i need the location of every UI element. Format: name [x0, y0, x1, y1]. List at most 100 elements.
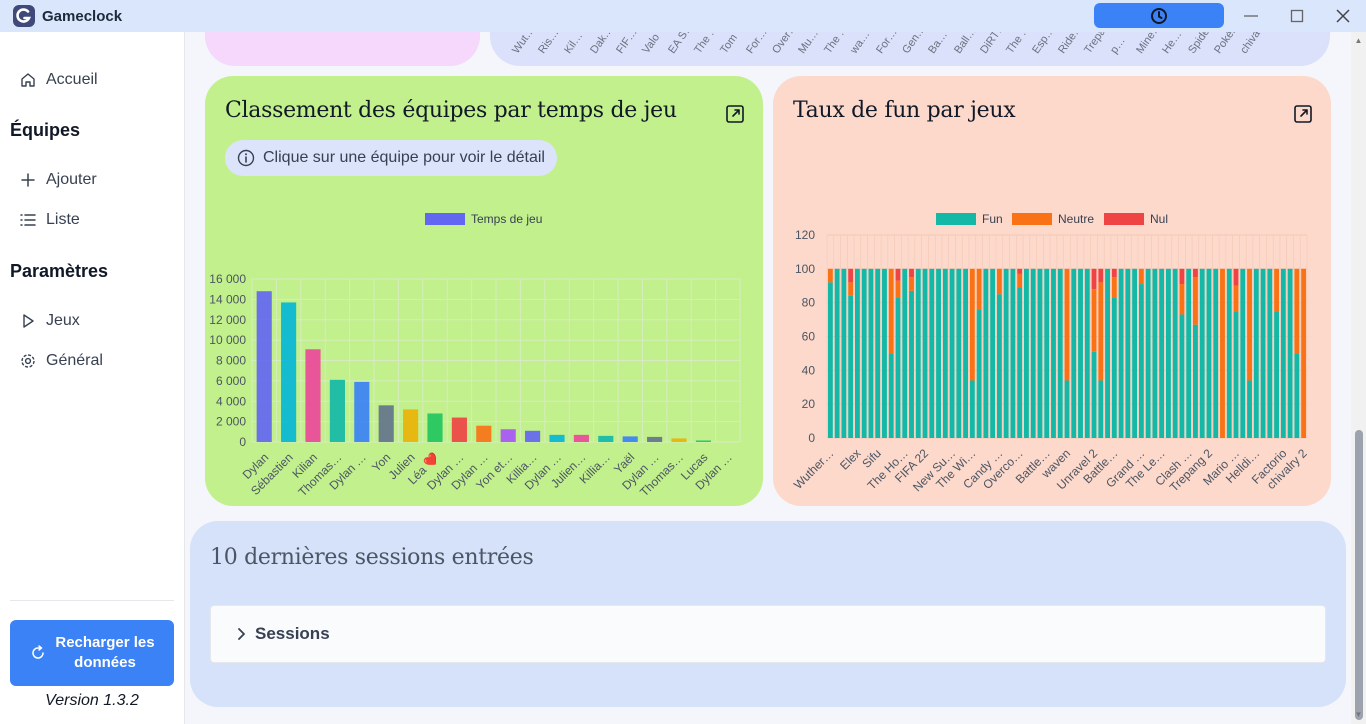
legend-item[interactable]: Neutre — [1012, 212, 1094, 226]
sessions-accordion[interactable]: Sessions — [210, 605, 1326, 663]
stacked-bar-segment[interactable] — [848, 268, 854, 283]
stacked-bar-segment[interactable] — [1274, 311, 1280, 438]
sidebar-item-home[interactable]: Accueil — [18, 70, 98, 90]
scroll-up-icon[interactable]: ▲ — [1354, 36, 1363, 45]
stacked-bar-segment[interactable] — [1220, 268, 1225, 438]
stacked-bar-segment[interactable] — [888, 268, 894, 354]
stacked-bar-segment[interactable] — [1179, 284, 1185, 315]
stacked-bar-segment[interactable] — [996, 268, 1002, 295]
stacked-bar-segment[interactable] — [1064, 380, 1070, 438]
scroll-down-icon[interactable]: ▼ — [1354, 710, 1363, 719]
sidebar-item-general[interactable]: Général — [18, 351, 103, 371]
stacked-bar-segment[interactable] — [1091, 351, 1097, 438]
stacked-bar-segment[interactable] — [1233, 311, 1239, 438]
stacked-bar-segment[interactable] — [1226, 268, 1232, 438]
stacked-bar-segment[interactable] — [834, 268, 840, 438]
stacked-bar-segment[interactable] — [1111, 268, 1117, 278]
reload-data-button[interactable]: Recharger les données — [10, 620, 174, 686]
bar[interactable] — [695, 440, 711, 442]
bar[interactable] — [281, 302, 297, 442]
page-scrollbar[interactable]: ▲ ▼ — [1351, 32, 1366, 724]
stacked-bar-segment[interactable] — [875, 268, 881, 438]
stacked-bar-segment[interactable] — [1172, 268, 1178, 438]
stacked-bar-segment[interactable] — [1057, 268, 1063, 438]
bar[interactable] — [598, 435, 614, 442]
bar[interactable] — [329, 379, 345, 442]
stacked-bar-segment[interactable] — [848, 295, 854, 438]
stacked-bar-segment[interactable] — [854, 268, 860, 438]
stacked-bar-segment[interactable] — [1301, 268, 1307, 438]
stacked-bar-segment[interactable] — [1186, 268, 1192, 438]
stacked-bar-segment[interactable] — [942, 268, 948, 438]
legend-item[interactable]: Nul — [1104, 212, 1168, 226]
stacked-bar-segment[interactable] — [1098, 282, 1104, 381]
stacked-bar-segment[interactable] — [1145, 268, 1151, 438]
bar[interactable] — [549, 434, 565, 442]
bar[interactable] — [476, 425, 492, 442]
maximize-button[interactable] — [1274, 0, 1320, 32]
stacked-bar-segment[interactable] — [1165, 268, 1171, 438]
stacked-bar-segment[interactable] — [1267, 268, 1273, 438]
stacked-bar-segment[interactable] — [1280, 268, 1286, 438]
stacked-bar-segment[interactable] — [1037, 268, 1043, 438]
stacked-bar-segment[interactable] — [1206, 268, 1212, 438]
stacked-bar-segment[interactable] — [1111, 277, 1117, 298]
stacked-bar-segment[interactable] — [1111, 297, 1117, 438]
stacked-bar-segment[interactable] — [922, 268, 928, 438]
stacked-bar-segment[interactable] — [969, 380, 975, 438]
stacked-bar-segment[interactable] — [902, 268, 908, 438]
stacked-bar-segment[interactable] — [1078, 268, 1083, 438]
stacked-bar-segment[interactable] — [1064, 268, 1070, 381]
stacked-bar-segment[interactable] — [1193, 324, 1198, 438]
bar[interactable] — [573, 434, 589, 442]
stacked-bar-segment[interactable] — [1098, 268, 1104, 283]
stacked-bar-segment[interactable] — [1017, 287, 1023, 438]
stacked-bar-segment[interactable] — [868, 268, 874, 438]
stacked-bar-segment[interactable] — [963, 268, 969, 438]
scrollbar-thumb[interactable] — [1355, 430, 1363, 720]
bar[interactable] — [671, 438, 687, 442]
bar[interactable] — [305, 349, 321, 442]
stacked-bar-segment[interactable] — [1193, 268, 1198, 278]
stacked-bar-segment[interactable] — [956, 268, 962, 438]
stacked-bar-segment[interactable] — [1213, 268, 1219, 438]
stacked-bar-segment[interactable] — [895, 280, 901, 298]
stacked-bar-segment[interactable] — [1179, 268, 1185, 285]
timer-button[interactable] — [1094, 3, 1224, 28]
chart-legend[interactable]: Temps de jeu — [425, 212, 542, 226]
fun-rate-chart[interactable]: 020406080100120Fun Neutre NulWuther… ElexSi… — [773, 76, 1331, 506]
stacked-bar-segment[interactable] — [936, 268, 941, 438]
stacked-bar-segment[interactable] — [909, 290, 914, 438]
stacked-bar-segment[interactable] — [848, 282, 854, 296]
bar[interactable] — [525, 430, 541, 442]
stacked-bar-segment[interactable] — [1247, 268, 1252, 381]
bar[interactable] — [403, 409, 419, 442]
stacked-bar-segment[interactable] — [1294, 353, 1300, 438]
stacked-bar-segment[interactable] — [895, 297, 901, 438]
bar[interactable] — [427, 413, 443, 442]
stacked-bar-segment[interactable] — [1118, 268, 1124, 438]
stacked-bar-segment[interactable] — [1193, 277, 1198, 325]
stacked-bar-segment[interactable] — [1091, 289, 1097, 352]
stacked-bar-segment[interactable] — [1017, 273, 1023, 288]
stacked-bar-segment[interactable] — [1030, 268, 1036, 438]
legend-item[interactable]: Fun — [936, 212, 1003, 226]
stacked-bar-segment[interactable] — [1274, 268, 1280, 312]
sidebar-item-games[interactable]: Jeux — [18, 311, 80, 331]
stacked-bar-segment[interactable] — [1138, 284, 1144, 438]
stacked-bar-segment[interactable] — [1247, 380, 1252, 438]
stacked-bar-segment[interactable] — [1179, 314, 1185, 438]
stacked-bar-segment[interactable] — [1003, 268, 1009, 438]
stacked-bar-segment[interactable] — [1152, 268, 1158, 438]
stacked-bar-segment[interactable] — [1159, 268, 1165, 438]
stacked-bar-segment[interactable] — [949, 268, 955, 438]
sidebar-item-list[interactable]: Liste — [18, 210, 80, 230]
stacked-bar-segment[interactable] — [996, 294, 1002, 438]
stacked-bar-segment[interactable] — [1240, 268, 1246, 438]
teams-time-chart[interactable]: 0 2 000 4 000 6 000 8 000 10 000 12 000 14 000 1… — [205, 76, 763, 506]
stacked-bar-segment[interactable] — [1017, 268, 1023, 274]
stacked-bar-segment[interactable] — [888, 353, 894, 438]
stacked-bar-segment[interactable] — [1233, 285, 1239, 312]
stacked-bar-segment[interactable] — [1125, 268, 1131, 438]
stacked-bar-segment[interactable] — [1091, 268, 1097, 290]
